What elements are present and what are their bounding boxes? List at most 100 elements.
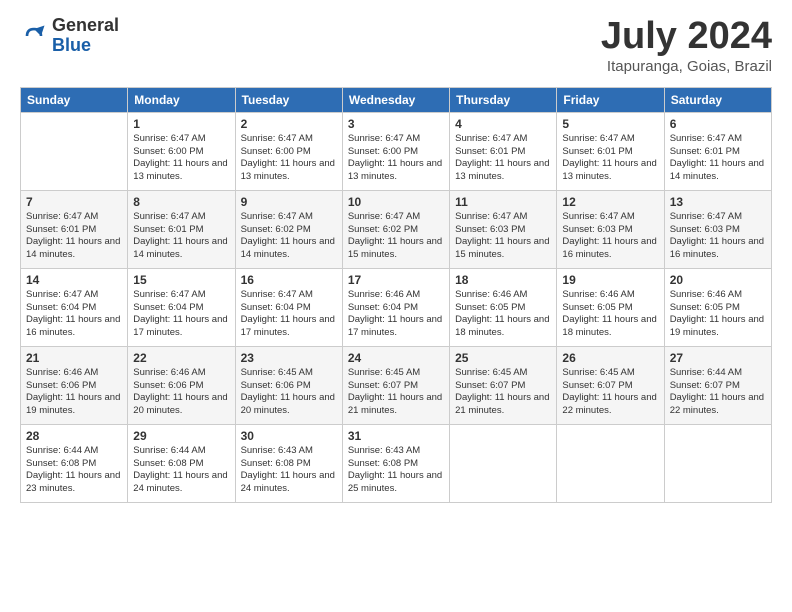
calendar-cell: 11 Sunrise: 6:47 AMSunset: 6:03 PMDayligh…	[450, 190, 557, 268]
day-info: Sunrise: 6:47 AMSunset: 6:04 PMDaylight:…	[241, 289, 337, 340]
logo-text: General Blue	[52, 16, 119, 56]
day-info: Sunrise: 6:45 AMSunset: 6:07 PMDaylight:…	[348, 367, 444, 418]
weekday-header-tuesday: Tuesday	[235, 87, 342, 112]
calendar-week-row: 21 Sunrise: 6:46 AMSunset: 6:06 PMDayligh…	[21, 346, 772, 424]
calendar-cell: 13 Sunrise: 6:47 AMSunset: 6:03 PMDayligh…	[664, 190, 771, 268]
calendar-cell: 4 Sunrise: 6:47 AMSunset: 6:01 PMDaylight…	[450, 112, 557, 190]
day-info: Sunrise: 6:43 AMSunset: 6:08 PMDaylight:…	[348, 445, 444, 496]
calendar-cell	[664, 424, 771, 502]
calendar-cell: 19 Sunrise: 6:46 AMSunset: 6:05 PMDayligh…	[557, 268, 664, 346]
calendar-week-row: 1Sunrise: 6:47 AMSunset: 6:00 PMDaylight…	[21, 112, 772, 190]
day-info: Sunrise: 6:44 AMSunset: 6:07 PMDaylight:…	[670, 367, 766, 418]
calendar-cell: 15 Sunrise: 6:47 AMSunset: 6:04 PMDayligh…	[128, 268, 235, 346]
calendar-cell: 24 Sunrise: 6:45 AMSunset: 6:07 PMDayligh…	[342, 346, 449, 424]
weekday-header-friday: Friday	[557, 87, 664, 112]
calendar-cell: 7 Sunrise: 6:47 AMSunset: 6:01 PMDaylight…	[21, 190, 128, 268]
day-number: 13	[670, 195, 766, 209]
day-number: 6	[670, 117, 766, 131]
day-info: Sunrise: 6:47 AMSunset: 6:01 PMDaylight:…	[670, 133, 766, 184]
calendar-cell: 1Sunrise: 6:47 AMSunset: 6:00 PMDaylight…	[128, 112, 235, 190]
calendar-cell: 28 Sunrise: 6:44 AMSunset: 6:08 PMDayligh…	[21, 424, 128, 502]
weekday-header-wednesday: Wednesday	[342, 87, 449, 112]
calendar-cell	[557, 424, 664, 502]
calendar-cell: 12 Sunrise: 6:47 AMSunset: 6:03 PMDayligh…	[557, 190, 664, 268]
calendar-cell: 16 Sunrise: 6:47 AMSunset: 6:04 PMDayligh…	[235, 268, 342, 346]
calendar-cell: 17 Sunrise: 6:46 AMSunset: 6:04 PMDayligh…	[342, 268, 449, 346]
calendar-cell: 31 Sunrise: 6:43 AMSunset: 6:08 PMDayligh…	[342, 424, 449, 502]
day-info: Sunrise: 6:47 AMSunset: 6:01 PMDaylight:…	[455, 133, 551, 184]
logo-blue-text: Blue	[52, 36, 119, 56]
day-number: 11	[455, 195, 551, 209]
day-number: 23	[241, 351, 337, 365]
day-info: Sunrise: 6:46 AMSunset: 6:04 PMDaylight:…	[348, 289, 444, 340]
day-number: 31	[348, 429, 444, 443]
day-number: 8	[133, 195, 229, 209]
weekday-header-monday: Monday	[128, 87, 235, 112]
month-year: July 2024	[601, 16, 772, 58]
day-number: 12	[562, 195, 658, 209]
day-number: 30	[241, 429, 337, 443]
calendar-week-row: 28 Sunrise: 6:44 AMSunset: 6:08 PMDayligh…	[21, 424, 772, 502]
day-number: 16	[241, 273, 337, 287]
day-number: 19	[562, 273, 658, 287]
calendar-cell: 25 Sunrise: 6:45 AMSunset: 6:07 PMDayligh…	[450, 346, 557, 424]
day-info: Sunrise: 6:46 AMSunset: 6:06 PMDaylight:…	[26, 367, 122, 418]
calendar-week-row: 14 Sunrise: 6:47 AMSunset: 6:04 PMDayligh…	[21, 268, 772, 346]
location: Itapuranga, Goias, Brazil	[601, 58, 772, 75]
calendar-table: SundayMondayTuesdayWednesdayThursdayFrid…	[20, 87, 772, 503]
day-number: 14	[26, 273, 122, 287]
day-info: Sunrise: 6:44 AMSunset: 6:08 PMDaylight:…	[133, 445, 229, 496]
day-info: Sunrise: 6:45 AMSunset: 6:07 PMDaylight:…	[455, 367, 551, 418]
day-info: Sunrise: 6:43 AMSunset: 6:08 PMDaylight:…	[241, 445, 337, 496]
weekday-header-row: SundayMondayTuesdayWednesdayThursdayFrid…	[21, 87, 772, 112]
day-info: Sunrise: 6:47 AMSunset: 6:03 PMDaylight:…	[562, 211, 658, 262]
day-info: Sunrise: 6:46 AMSunset: 6:05 PMDaylight:…	[562, 289, 658, 340]
day-info: Sunrise: 6:47 AMSunset: 6:00 PMDaylight:…	[241, 133, 337, 184]
day-info: Sunrise: 6:47 AMSunset: 6:03 PMDaylight:…	[455, 211, 551, 262]
day-info: Sunrise: 6:47 AMSunset: 6:01 PMDaylight:…	[133, 211, 229, 262]
day-number: 17	[348, 273, 444, 287]
day-info: Sunrise: 6:47 AMSunset: 6:04 PMDaylight:…	[26, 289, 122, 340]
calendar-cell: 2 Sunrise: 6:47 AMSunset: 6:00 PMDaylight…	[235, 112, 342, 190]
day-info: Sunrise: 6:47 AMSunset: 6:03 PMDaylight:…	[670, 211, 766, 262]
calendar-cell: 26Sunrise: 6:45 AMSunset: 6:07 PMDayligh…	[557, 346, 664, 424]
day-number: 9	[241, 195, 337, 209]
day-info: Sunrise: 6:45 AMSunset: 6:06 PMDaylight:…	[241, 367, 337, 418]
calendar-cell: 18 Sunrise: 6:46 AMSunset: 6:05 PMDayligh…	[450, 268, 557, 346]
day-number: 7	[26, 195, 122, 209]
day-info: Sunrise: 6:47 AMSunset: 6:01 PMDaylight:…	[26, 211, 122, 262]
day-number: 29	[133, 429, 229, 443]
calendar-cell	[21, 112, 128, 190]
day-number: 20	[670, 273, 766, 287]
day-number: 25	[455, 351, 551, 365]
calendar-page: General Blue July 2024 Itapuranga, Goias…	[0, 0, 792, 515]
day-info: Sunrise: 6:46 AMSunset: 6:05 PMDaylight:…	[670, 289, 766, 340]
day-number: 26	[562, 351, 658, 365]
day-info: Sunrise: 6:44 AMSunset: 6:08 PMDaylight:…	[26, 445, 122, 496]
calendar-cell: 23 Sunrise: 6:45 AMSunset: 6:06 PMDayligh…	[235, 346, 342, 424]
day-number: 21	[26, 351, 122, 365]
day-info: Sunrise: 6:46 AMSunset: 6:06 PMDaylight:…	[133, 367, 229, 418]
calendar-cell: 14 Sunrise: 6:47 AMSunset: 6:04 PMDayligh…	[21, 268, 128, 346]
day-number: 24	[348, 351, 444, 365]
calendar-cell: 27Sunrise: 6:44 AMSunset: 6:07 PMDayligh…	[664, 346, 771, 424]
day-number: 18	[455, 273, 551, 287]
day-info: Sunrise: 6:47 AMSunset: 6:02 PMDaylight:…	[241, 211, 337, 262]
day-number: 22	[133, 351, 229, 365]
weekday-header-sunday: Sunday	[21, 87, 128, 112]
title-block: July 2024 Itapuranga, Goias, Brazil	[601, 16, 772, 75]
day-info: Sunrise: 6:46 AMSunset: 6:05 PMDaylight:…	[455, 289, 551, 340]
calendar-cell: 30 Sunrise: 6:43 AMSunset: 6:08 PMDayligh…	[235, 424, 342, 502]
day-number: 28	[26, 429, 122, 443]
day-number: 2	[241, 117, 337, 131]
calendar-week-row: 7 Sunrise: 6:47 AMSunset: 6:01 PMDaylight…	[21, 190, 772, 268]
logo-icon	[20, 22, 48, 50]
day-info: Sunrise: 6:47 AMSunset: 6:00 PMDaylight:…	[348, 133, 444, 184]
calendar-cell: 20 Sunrise: 6:46 AMSunset: 6:05 PMDayligh…	[664, 268, 771, 346]
day-number: 4	[455, 117, 551, 131]
calendar-cell: 9 Sunrise: 6:47 AMSunset: 6:02 PMDaylight…	[235, 190, 342, 268]
day-number: 15	[133, 273, 229, 287]
calendar-cell: 29 Sunrise: 6:44 AMSunset: 6:08 PMDayligh…	[128, 424, 235, 502]
day-info: Sunrise: 6:47 AMSunset: 6:04 PMDaylight:…	[133, 289, 229, 340]
logo: General Blue	[20, 16, 119, 56]
